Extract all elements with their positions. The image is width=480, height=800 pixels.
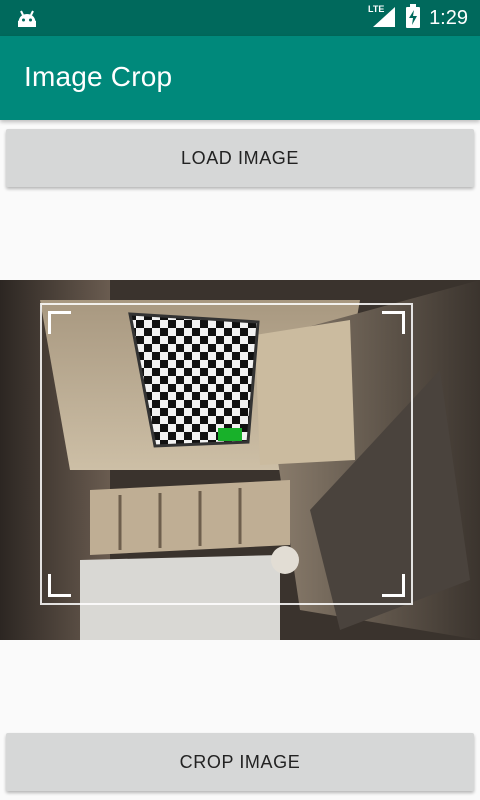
crop-handle-bottom-left[interactable] <box>48 574 71 597</box>
crop-handle-top-left[interactable] <box>48 311 71 334</box>
signal-icon: LTE <box>367 3 397 34</box>
crop-image-button[interactable]: CROP IMAGE <box>6 733 474 791</box>
battery-charging-icon <box>405 3 421 33</box>
status-time: 1:29 <box>429 6 468 29</box>
crop-handle-bottom-right[interactable] <box>382 574 405 597</box>
crop-frame[interactable] <box>40 303 413 605</box>
android-icon <box>16 8 38 33</box>
app-title: Image Crop <box>24 61 173 92</box>
load-image-button[interactable]: LOAD IMAGE <box>6 129 474 187</box>
network-label: LTE <box>368 4 384 14</box>
app-bar: Image Crop <box>0 36 480 120</box>
crop-handle-top-right[interactable] <box>382 311 405 334</box>
status-bar: LTE 1:29 <box>0 0 480 36</box>
